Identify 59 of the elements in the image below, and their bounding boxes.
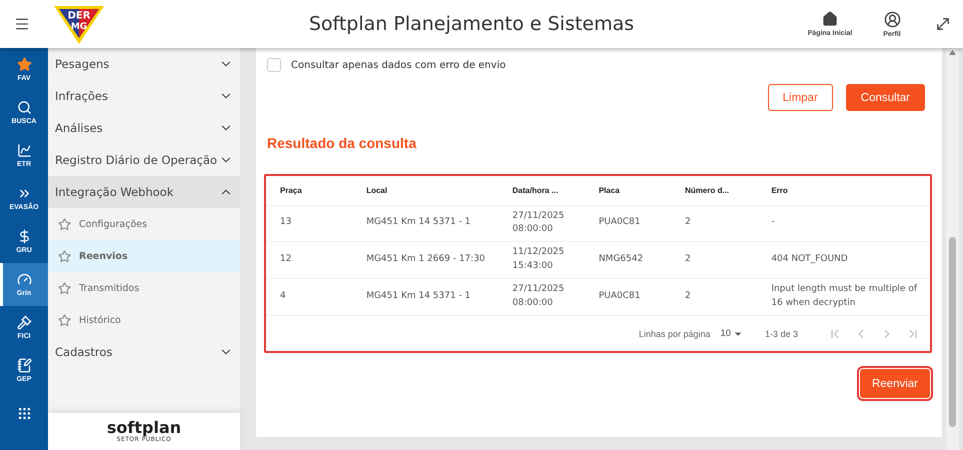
submenu-item[interactable]: Configurações (48, 208, 240, 240)
table-cell: 27/11/2025 08:00:00 (498, 278, 585, 316)
search-icon (16, 100, 32, 115)
column-header: Erro (757, 176, 930, 205)
table-cell: 13 (266, 205, 352, 242)
table-cell: 12 (266, 242, 352, 279)
expand-icon (934, 15, 952, 33)
submenu-item[interactable]: Reenvios (48, 240, 240, 272)
grid-icon (16, 406, 32, 421)
table-cell: 2 (671, 242, 758, 279)
column-header: Data/hora ... (498, 176, 585, 205)
table-cell: - (757, 205, 930, 242)
gavel-icon (16, 315, 32, 330)
submenu-item[interactable]: Histórico (48, 304, 240, 336)
table-cell: MG451 Km 1 2669 - 17:30 (352, 242, 498, 279)
scroll-up-icon[interactable] (949, 50, 956, 55)
table-cell: PUA0C81 (584, 278, 672, 316)
app-title: Softplan Planejamento e Sistemas (308, 13, 636, 35)
menu-item[interactable]: Análises (48, 112, 240, 144)
table-cell: 27/11/2025 08:00:00 (498, 205, 585, 242)
table-cell: Input length must be multiple of 16 when decryptin (757, 278, 930, 316)
star-icon (58, 282, 71, 294)
table-cell: PUA0C81 (584, 205, 672, 242)
column-header: Praça (266, 176, 352, 205)
star-icon (58, 250, 71, 262)
menu-item[interactable]: Cadastros (48, 336, 240, 368)
table-cell: NMG6542 (584, 242, 672, 279)
checkbox-label: Consultar apenas dados com erro de envio (291, 60, 506, 70)
menu-item[interactable]: Integração Webhook (48, 176, 240, 208)
star-icon (16, 57, 32, 72)
menu-item[interactable]: Pesagens (48, 48, 240, 80)
column-header: Local (352, 176, 498, 205)
page-range: 1-3 de 3 (764, 328, 798, 339)
gauge-icon (16, 272, 32, 287)
star-icon (58, 314, 71, 326)
table-cell: 404 NOT_FOUND (757, 242, 930, 279)
scrollbar[interactable] (946, 48, 959, 450)
pen-icon (16, 358, 32, 373)
house-icon (822, 11, 838, 27)
table-cell: 4 (266, 278, 352, 316)
brand-logo: softplan (106, 420, 182, 436)
column-header: Número d... (671, 176, 758, 205)
checkbox[interactable] (267, 58, 281, 72)
table-cell: MG451 Km 14 5371 - 1 (352, 205, 498, 242)
user-icon (884, 10, 900, 28)
rows-per-page-label: Linhas por página (638, 328, 710, 339)
table-cell: 2 (671, 278, 758, 316)
column-header: Placa (584, 176, 672, 205)
menu-item[interactable]: Registro Diário de Operação (48, 144, 240, 176)
table-cell: 2 (671, 205, 758, 242)
menu-icon (14, 16, 30, 32)
table-cell: 11/12/2025 15:43:00 (498, 242, 585, 279)
chart-icon (16, 143, 32, 158)
section-title: Resultado da consulta (267, 135, 418, 151)
star-icon (58, 218, 71, 230)
rows-per-page-select[interactable]: 10 (720, 328, 743, 340)
menu-item[interactable]: Infrações (48, 80, 240, 112)
submenu-item[interactable]: Transmitidos (48, 272, 240, 304)
table-cell: MG451 Km 14 5371 - 1 (352, 278, 498, 316)
